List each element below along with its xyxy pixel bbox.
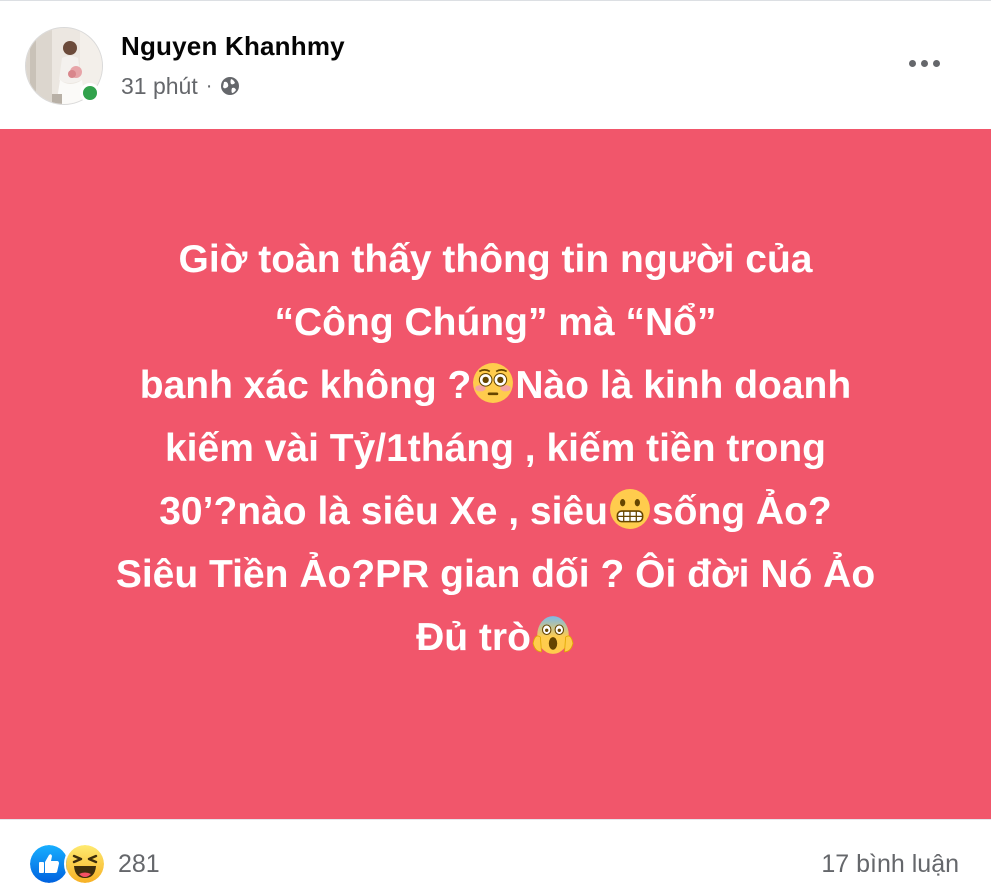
more-options-icon[interactable] <box>896 45 952 81</box>
post-footer: 281 17 bình luận <box>0 819 991 896</box>
meta-separator: · <box>205 74 213 97</box>
post-timestamp[interactable]: 31 phút <box>121 73 198 100</box>
more-dot <box>920 59 928 67</box>
post-text: Giờ toàn thấy thông tin người của “Công … <box>46 228 946 669</box>
screaming-face-emoji <box>532 615 574 654</box>
post-text-segment: Giờ toàn thấy thông tin người của <box>178 237 813 281</box>
post-text-segment: banh xác không ? <box>139 363 472 407</box>
post-header: Nguyen Khanhmy 31 phút · <box>0 1 991 129</box>
post-text-segment: Siêu Tiền Ảo?PR gian dối ? Ôi đời Nó Ảo <box>115 552 876 596</box>
post-text-segment: 30’?nào là siêu Xe , siêu <box>159 489 608 533</box>
post-text-segment: Đủ trò <box>416 615 531 659</box>
post-text-line: kiếm vài Tỷ/1tháng , kiếm tiền trong <box>46 417 946 480</box>
globe-icon[interactable] <box>220 76 240 96</box>
post-text-segment: sống Ảo? <box>651 489 832 533</box>
facebook-post: Nguyen Khanhmy 31 phút · Giờ toàn thấy t… <box>0 0 991 896</box>
post-text-line: 30’?nào là siêu Xe , siêu sống Ảo? <box>46 480 946 543</box>
post-meta: 31 phút · <box>121 71 240 101</box>
online-status-dot <box>80 83 100 103</box>
reactions-summary[interactable]: 281 <box>28 843 160 885</box>
more-dot <box>908 59 916 67</box>
post-text-line: Siêu Tiền Ảo?PR gian dối ? Ôi đời Nó Ảo <box>46 543 946 606</box>
comments-count-link[interactable]: 17 bình luận <box>821 850 959 879</box>
flushed-face-emoji <box>473 362 514 403</box>
post-text-line: banh xác không ? Nào là kinh doanh <box>46 354 946 417</box>
post-text-segment: “Công Chúng” mà “Nổ” <box>274 300 717 344</box>
avatar-container[interactable] <box>0 1 120 121</box>
post-text-line: “Công Chúng” mà “Nổ” <box>46 291 946 354</box>
grimacing-face-emoji <box>609 488 650 529</box>
author-name[interactable]: Nguyen Khanhmy <box>121 31 345 62</box>
post-text-line: Đủ trò <box>46 606 946 669</box>
colored-text-post-background[interactable]: Giờ toàn thấy thông tin người của “Công … <box>0 129 991 819</box>
reaction-count: 281 <box>118 849 160 878</box>
more-dot <box>932 59 940 67</box>
post-text-segment: kiếm vài Tỷ/1tháng , kiếm tiền trong <box>164 426 826 470</box>
post-text-line: Giờ toàn thấy thông tin người của <box>46 228 946 291</box>
haha-reaction-icon <box>64 843 106 885</box>
post-text-segment: Nào là kinh doanh <box>515 363 852 407</box>
